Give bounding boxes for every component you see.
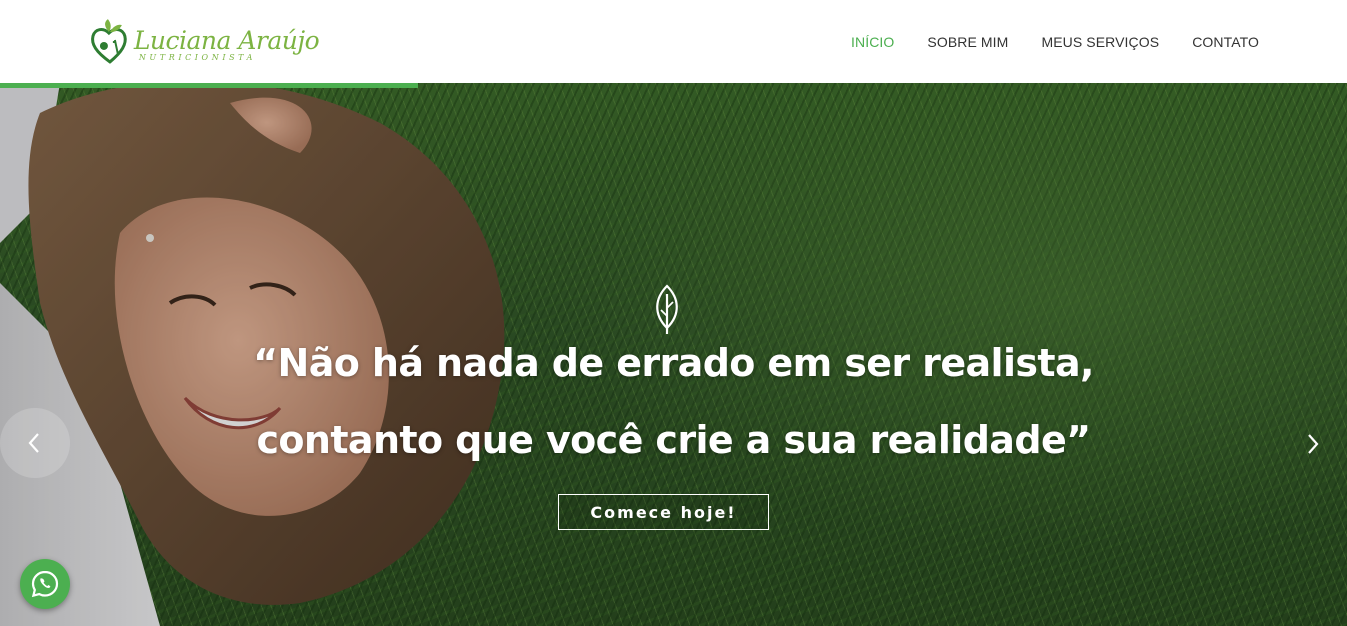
nav-item-sobre-mim[interactable]: SOBRE MIM — [927, 34, 1008, 50]
slide-progress-bar — [0, 83, 1347, 88]
nav-item-contato[interactable]: CONTATO — [1192, 34, 1259, 50]
whatsapp-icon — [31, 570, 59, 598]
slider-prev-button[interactable] — [0, 408, 70, 478]
nav-item-inicio[interactable]: INÍCIO — [851, 34, 894, 50]
logo-text: Luciana Araújo NUTRICIONISTA — [134, 18, 333, 68]
brand-logo[interactable]: Luciana Araújo NUTRICIONISTA — [88, 17, 333, 69]
site-header: Luciana Araújo NUTRICIONISTA INÍCIO SOBR… — [0, 0, 1347, 83]
logo-heart-leaf-icon — [91, 19, 127, 64]
chevron-left-icon — [28, 433, 39, 453]
hero-slider: “Não há nada de errado em ser realista, … — [0, 83, 1347, 626]
whatsapp-button[interactable] — [20, 559, 70, 609]
brand-name: Luciana Araújo — [133, 26, 320, 55]
leaf-icon — [656, 284, 678, 334]
hero-quote-line-2: contanto que você crie a sua realidade” — [256, 418, 1091, 462]
chevron-right-icon — [1308, 434, 1319, 454]
main-nav: INÍCIO SOBRE MIM MEUS SERVIÇOS CONTATO — [851, 0, 1259, 83]
brand-subtitle: NUTRICIONISTA — [138, 53, 257, 62]
comece-hoje-button[interactable]: Comece hoje! — [558, 494, 769, 530]
hero-quote-line-1: “Não há nada de errado em ser realista, — [253, 341, 1094, 385]
nav-item-meus-servicos[interactable]: MEUS SERVIÇOS — [1041, 34, 1159, 50]
slider-next-button[interactable] — [1292, 426, 1332, 462]
slide-progress-fill — [0, 83, 418, 88]
